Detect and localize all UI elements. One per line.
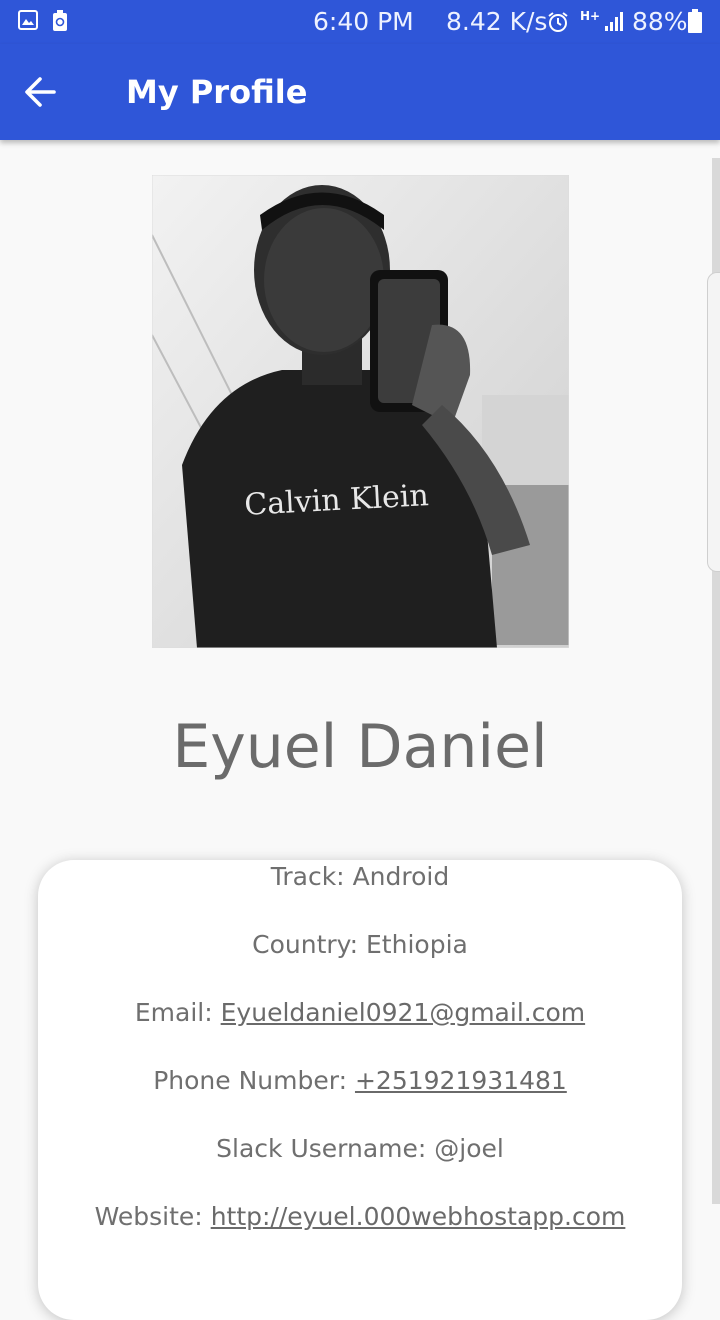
details-card: Track: Android Country: Ethiopia Email: … [38, 860, 682, 1320]
track-label: Track: [270, 862, 345, 891]
track-value: Android [352, 862, 450, 891]
phone-label: Phone Number: [153, 1066, 348, 1095]
profile-photo: Calvin Klein [152, 175, 569, 648]
alarm-icon [547, 11, 569, 38]
page-title: My Profile [126, 73, 308, 111]
battery-icon [688, 9, 702, 38]
country-row: Country: Ethiopia [38, 930, 682, 959]
email-row: Email: Eyueldaniel0921@gmail.com [38, 998, 682, 1027]
battery-percentage: 88% [632, 7, 688, 36]
network-speed: 8.42 K/s [446, 7, 548, 36]
website-label: Website: [94, 1202, 203, 1231]
app-bar: My Profile [0, 44, 720, 140]
profile-name: Eyuel Daniel [172, 712, 548, 782]
website-link[interactable]: http://eyuel.000webhostapp.com [211, 1202, 626, 1231]
track-row: Track: Android [38, 862, 682, 891]
recycle-icon [52, 10, 68, 37]
country-value: Ethiopia [366, 930, 468, 959]
network-type-label: H+ [580, 9, 601, 23]
slack-label: Slack Username: [216, 1134, 427, 1163]
phone-link[interactable]: +251921931481 [355, 1066, 567, 1095]
phone-row: Phone Number: +251921931481 [38, 1066, 682, 1095]
slack-row: Slack Username: @joel [38, 1134, 682, 1163]
email-label: Email: [134, 998, 213, 1027]
website-row: Website: http://eyuel.000webhostapp.com [38, 1202, 682, 1231]
email-link[interactable]: Eyueldaniel0921@gmail.com [221, 998, 585, 1027]
status-time: 6:40 PM [313, 7, 414, 36]
arrow-left-icon [18, 77, 66, 120]
gallery-icon [18, 10, 38, 35]
slack-value: @joel [434, 1134, 504, 1163]
scrollbar-thumb[interactable] [707, 272, 720, 572]
signal-icon [604, 10, 626, 37]
status-bar: 6:40 PM 8.42 K/s H+ 88% [0, 0, 720, 44]
back-button[interactable] [18, 68, 66, 116]
country-label: Country: [252, 930, 359, 959]
